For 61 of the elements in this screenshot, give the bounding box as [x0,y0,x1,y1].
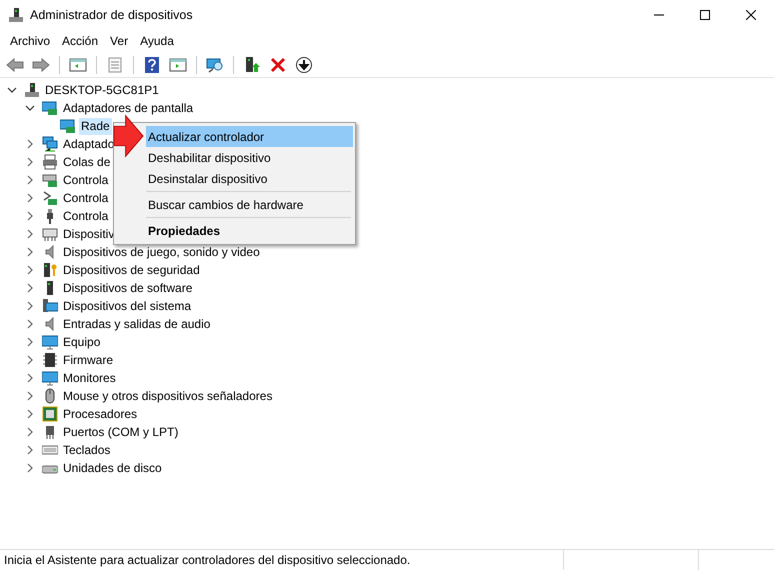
tree-item[interactable]: Entradas y salidas de audio [61,316,212,332]
tower-key-icon [42,262,58,278]
menu-item[interactable]: Ayuda [134,30,180,52]
right-arrow-icon [32,56,50,74]
help-icon [143,56,161,74]
tree-item[interactable]: Teclados [61,442,112,458]
tree-item[interactable]: Dispositivos de seguridad [61,262,202,278]
monitor-magnifier-icon [206,56,224,74]
tree-item[interactable]: Controla [61,208,110,224]
menu-item[interactable]: Buscar cambios de hardware [146,194,353,215]
cable-card-icon [42,190,58,206]
menu-item[interactable]: Archivo [4,30,56,52]
maximize-icon [700,10,710,20]
menu-item[interactable]: Desinstalar dispositivo [146,168,353,189]
window-pane-icon [69,56,87,74]
tree-item[interactable]: Controla [61,172,110,188]
down-arrow-circle-icon [295,56,313,74]
window-title: Administrador de dispositivos [30,6,193,24]
tower-monitor-icon [42,298,58,314]
tree-item[interactable]: Adaptado [61,136,116,152]
menu-item[interactable]: Acción [56,30,104,52]
monitor-card-icon [42,100,58,116]
close-icon [746,10,756,20]
cross-icon [269,56,287,74]
left-arrow-icon [6,56,24,74]
monitor-icon [42,334,58,350]
tree-item[interactable]: Mouse y otros dispositivos señaladores [61,388,274,404]
tree-item[interactable]: Colas de [61,154,112,170]
tree-item[interactable]: Procesadores [61,406,140,422]
tree-item[interactable]: DESKTOP-5GC81P1 [43,82,161,98]
tree-item[interactable]: Rade [79,118,112,134]
tree-item[interactable]: Equipo [61,334,102,350]
printer-icon [42,154,58,170]
network-icon [42,136,58,152]
tree-item[interactable]: Dispositivos del sistema [61,298,194,314]
tree-item[interactable]: Monitores [61,370,118,386]
tree-item[interactable]: Dispositivos de juego, sonido y video [61,244,262,260]
tree-item[interactable]: Dispositivos de software [61,280,194,296]
computer-icon [24,82,40,98]
keyboard-device-icon [42,226,58,242]
status-text: Inicia el Asistente para actualizar controladores del dispositivo seleccionado. [3,552,412,569]
annotation-arrow [113,114,144,158]
tree-item[interactable]: Unidades de disco [61,460,164,476]
tree-item[interactable]: Adaptadores de pantalla [61,100,196,116]
menu-item[interactable]: Deshabilitar dispositivo [146,147,353,168]
tree-item[interactable]: Firmware [61,352,115,368]
document-icon [106,56,124,74]
processor-icon [42,406,58,422]
tower-up-arrow-icon [243,56,261,74]
chip-icon [42,352,58,368]
menu-item[interactable]: Actualizar controlador [146,126,353,147]
window-pane-icon [169,56,187,74]
app-icon [8,7,24,23]
tree-item[interactable]: Controla [61,190,110,206]
tree-item[interactable]: Puertos (COM y LPT) [61,424,180,440]
menu-item[interactable]: Propiedades [146,220,353,241]
monitor-card-icon [60,118,76,134]
monitor-icon [42,370,58,386]
drive-card-icon [42,172,58,188]
menu-item[interactable]: Ver [104,30,134,52]
tree-item[interactable]: Dispositiv [61,226,116,242]
